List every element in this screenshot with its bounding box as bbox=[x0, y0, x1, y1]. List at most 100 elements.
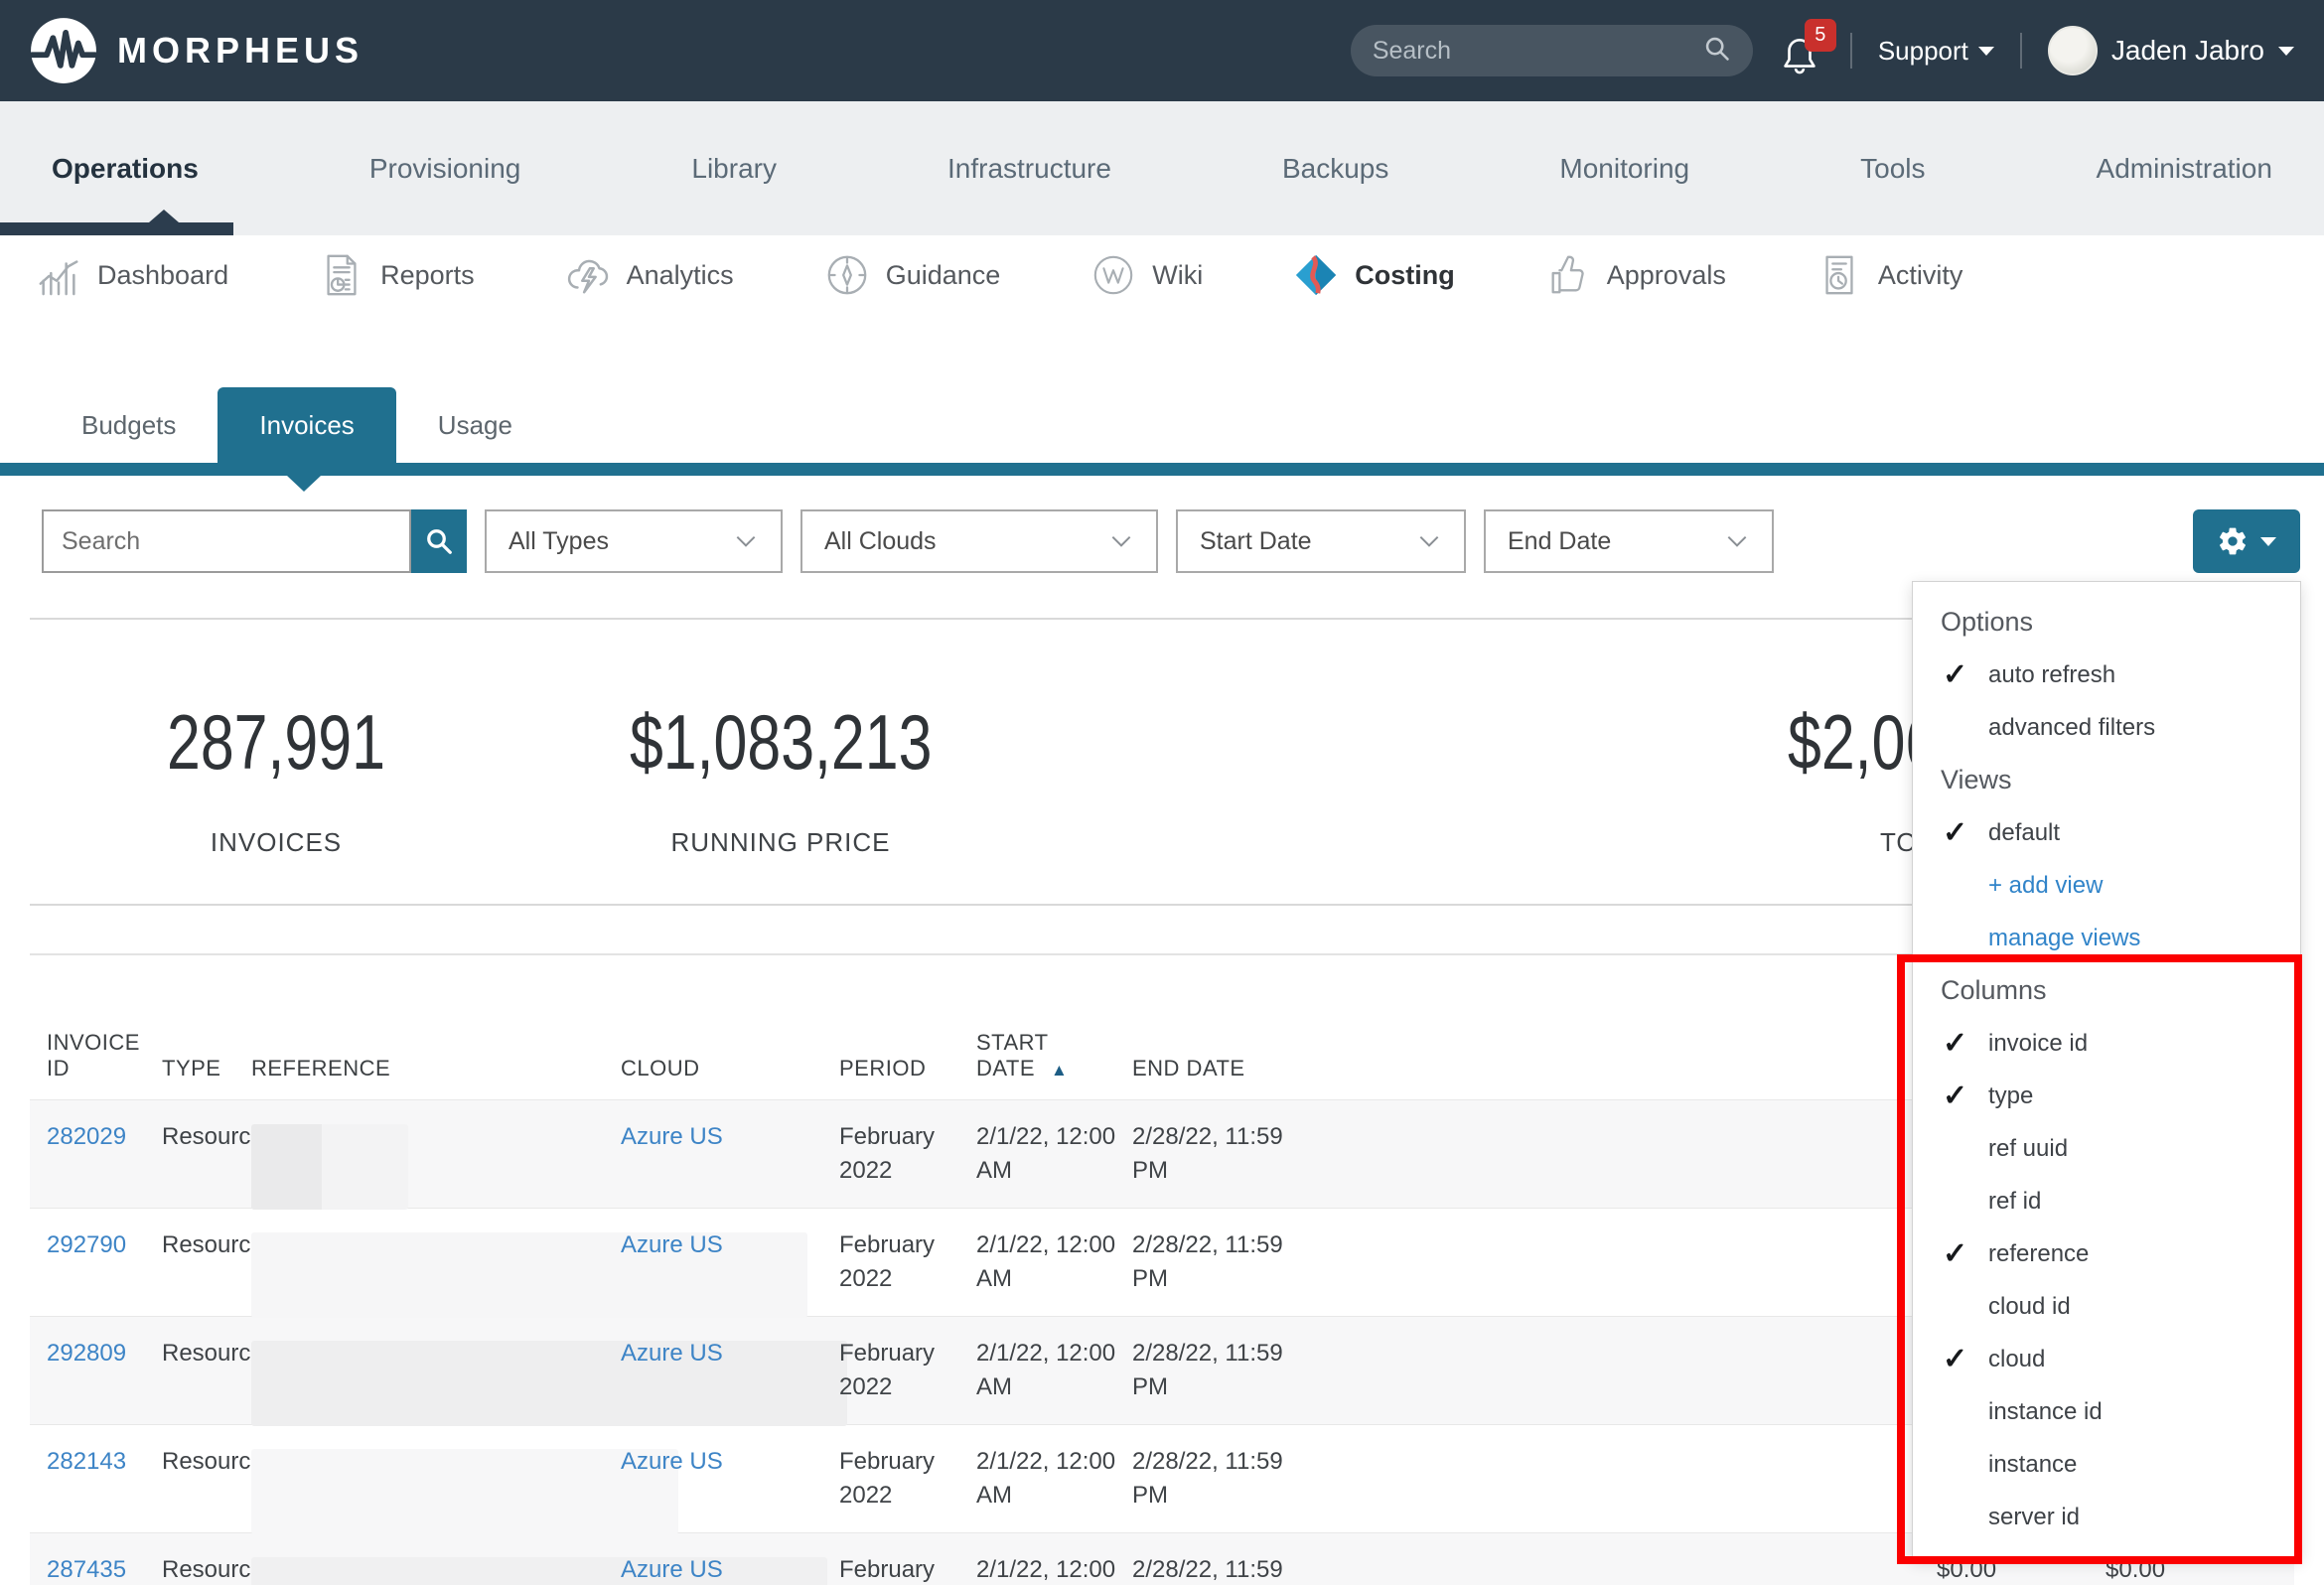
sub-nav-label: Reports bbox=[380, 260, 475, 291]
global-search[interactable] bbox=[1351, 25, 1753, 76]
start-date-text: 2/1/22, 12:00 AM bbox=[976, 1448, 1115, 1509]
support-menu[interactable]: Support bbox=[1878, 36, 1994, 67]
invoice-id-cell: 282143 bbox=[47, 1425, 162, 1534]
notifications-button[interactable]: 5 bbox=[1779, 25, 1824, 76]
invoice-id-cell: 287435 bbox=[47, 1533, 162, 1585]
cloud-link[interactable]: Azure US bbox=[621, 1231, 723, 1258]
column-header-cloud[interactable]: CLOUD bbox=[621, 1056, 839, 1099]
start-date-select[interactable]: Start Date bbox=[1176, 509, 1466, 573]
menu-item-reference[interactable]: ✓reference bbox=[1913, 1227, 2300, 1280]
tab-budgets[interactable]: Budgets bbox=[40, 387, 218, 463]
column-header-invoice-id[interactable]: INVOICE ID bbox=[47, 1030, 162, 1099]
invoice-id-link[interactable]: 292790 bbox=[47, 1231, 126, 1258]
menu-item-cloud[interactable]: ✓cloud bbox=[1913, 1333, 2300, 1385]
reference-cell bbox=[251, 1209, 621, 1318]
redacted-reference-block bbox=[251, 1449, 678, 1534]
main-nav-item-infrastructure[interactable]: Infrastructure bbox=[947, 153, 1111, 185]
column-header-period[interactable]: PERIOD bbox=[839, 1056, 976, 1099]
approvals-icon bbox=[1545, 252, 1591, 298]
global-search-input[interactable] bbox=[1373, 37, 1703, 66]
invoice-search-input[interactable] bbox=[42, 509, 411, 573]
main-nav-item-administration[interactable]: Administration bbox=[2097, 153, 2272, 185]
tab-invoices[interactable]: Invoices bbox=[218, 387, 395, 463]
menu-item-advanced-filters[interactable]: advanced filters bbox=[1913, 701, 2300, 754]
menu-item-instance-id[interactable]: instance id bbox=[1913, 1385, 2300, 1438]
period-text: February 2022 bbox=[839, 1123, 935, 1184]
reference-cell bbox=[251, 1100, 621, 1210]
start-date-cell: 2/1/22, 12:00 AM bbox=[976, 1209, 1132, 1318]
menu-item-ref-id[interactable]: ref id bbox=[1913, 1175, 2300, 1227]
column-header-type[interactable]: TYPE bbox=[162, 1056, 251, 1099]
end-date-cell: 2/28/22, 11:59 PM bbox=[1132, 1425, 1301, 1534]
dashboard-icon bbox=[36, 252, 81, 298]
main-nav-item-tools[interactable]: Tools bbox=[1860, 153, 1925, 185]
end-date-text: 2/28/22, 11:59 PM bbox=[1132, 1123, 1283, 1184]
notification-badge: 5 bbox=[1805, 19, 1836, 52]
invoice-id-cell: 292790 bbox=[47, 1209, 162, 1318]
menu-item-auto-refresh[interactable]: ✓auto refresh bbox=[1913, 648, 2300, 701]
table-options-dropdown: Options✓auto refreshadvanced filtersView… bbox=[1912, 581, 2301, 1559]
chevron-down-icon bbox=[1724, 528, 1750, 554]
sub-nav-item-dashboard[interactable]: Dashboard bbox=[36, 252, 228, 298]
menu-item--add-view[interactable]: + add view bbox=[1913, 859, 2300, 912]
menu-item-server[interactable]: server bbox=[1913, 1543, 2300, 1559]
sub-nav-item-reports[interactable]: Reports bbox=[319, 252, 475, 298]
main-nav-item-monitoring[interactable]: Monitoring bbox=[1559, 153, 1689, 185]
menu-item-label: instance id bbox=[1988, 1398, 2103, 1426]
sub-nav-label: Activity bbox=[1878, 260, 1963, 291]
menu-item-server-id[interactable]: server id bbox=[1913, 1491, 2300, 1543]
main-nav-item-library[interactable]: Library bbox=[691, 153, 777, 185]
stat-label: INVOICES bbox=[107, 827, 445, 858]
end-date-cell: 2/28/22, 11:59 PM bbox=[1132, 1209, 1301, 1318]
sub-nav-item-activity[interactable]: Activity bbox=[1816, 252, 1963, 298]
cloud-link[interactable]: Azure US bbox=[621, 1556, 723, 1583]
cloud-link[interactable]: Azure US bbox=[621, 1123, 723, 1150]
end-date-cell: 2/28/22, 11:59 PM bbox=[1132, 1533, 1301, 1585]
type-filter-select[interactable]: All Types bbox=[485, 509, 783, 573]
tab-usage[interactable]: Usage bbox=[396, 387, 554, 463]
cloud-link[interactable]: Azure US bbox=[621, 1340, 723, 1367]
invoice-id-link[interactable]: 282143 bbox=[47, 1448, 126, 1475]
invoice-id-link[interactable]: 292809 bbox=[47, 1340, 126, 1367]
start-date-cell: 2/1/22, 12:00 AM bbox=[976, 1317, 1132, 1426]
main-nav-item-operations[interactable]: Operations bbox=[52, 153, 199, 185]
search-icon[interactable] bbox=[1703, 35, 1731, 68]
menu-item-ref-uuid[interactable]: ref uuid bbox=[1913, 1122, 2300, 1175]
brand[interactable]: MORPHEUS bbox=[30, 17, 363, 84]
invoice-id-link[interactable]: 282029 bbox=[47, 1123, 126, 1150]
column-header-end-date[interactable]: END DATE bbox=[1132, 1056, 1301, 1099]
sub-nav-item-approvals[interactable]: Approvals bbox=[1545, 252, 1726, 298]
search-button[interactable] bbox=[411, 509, 467, 573]
table-options-button[interactable] bbox=[2193, 509, 2300, 573]
stat-label: RUNNING PRICE bbox=[582, 827, 979, 858]
menu-item-cloud-id[interactable]: cloud id bbox=[1913, 1280, 2300, 1333]
start-date-text: 2/1/22, 12:00 AM bbox=[976, 1123, 1115, 1184]
sub-nav-item-guidance[interactable]: Guidance bbox=[824, 252, 1001, 298]
column-header-reference[interactable]: REFERENCE bbox=[251, 1056, 621, 1099]
user-menu[interactable]: Jaden Jabro bbox=[2048, 26, 2294, 75]
period-cell: February 2022 bbox=[839, 1209, 976, 1318]
cloud-link[interactable]: Azure US bbox=[621, 1448, 723, 1475]
redacted-reference-block bbox=[251, 1124, 408, 1210]
end-date-select[interactable]: End Date bbox=[1484, 509, 1774, 573]
stat-value: 287,991 bbox=[167, 697, 385, 788]
check-icon: ✓ bbox=[1943, 1079, 1967, 1113]
costing-invoices-page: MORPHEUS 5 Support bbox=[0, 0, 2324, 1585]
menu-item-label: auto refresh bbox=[1988, 661, 2115, 689]
column-header-label: REFERENCE bbox=[251, 1056, 390, 1081]
menu-item-type[interactable]: ✓type bbox=[1913, 1070, 2300, 1122]
cloud-filter-select[interactable]: All Clouds bbox=[800, 509, 1158, 573]
sub-nav-item-analytics[interactable]: Analytics bbox=[565, 252, 734, 298]
invoice-id-link[interactable]: 287435 bbox=[47, 1556, 126, 1583]
period-cell: February 2022 bbox=[839, 1317, 976, 1426]
menu-section-title-columns: Columns bbox=[1913, 964, 2300, 1017]
menu-item-manage-views[interactable]: manage views bbox=[1913, 912, 2300, 964]
menu-item-instance[interactable]: instance bbox=[1913, 1438, 2300, 1491]
main-nav-item-backups[interactable]: Backups bbox=[1282, 153, 1388, 185]
menu-item-default[interactable]: ✓default bbox=[1913, 806, 2300, 859]
sub-nav-item-costing[interactable]: Costing bbox=[1293, 252, 1455, 298]
column-header-start-date[interactable]: START DATE▲ bbox=[976, 1030, 1132, 1099]
main-nav-item-provisioning[interactable]: Provisioning bbox=[369, 153, 521, 185]
sub-nav-item-wiki[interactable]: Wiki bbox=[1090, 252, 1203, 298]
menu-item-invoice-id[interactable]: ✓invoice id bbox=[1913, 1017, 2300, 1070]
